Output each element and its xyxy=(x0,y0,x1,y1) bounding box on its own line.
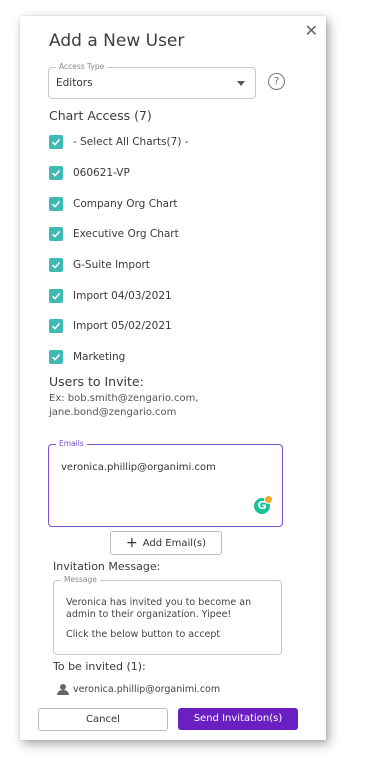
chart-checkbox-label: G-Suite Import xyxy=(73,259,150,271)
message-legend: Message xyxy=(61,575,100,585)
invitation-message-heading: Invitation Message: xyxy=(53,560,161,573)
grammarly-icon[interactable]: G xyxy=(254,495,273,514)
chart-checkbox-row[interactable]: G-Suite Import xyxy=(49,257,150,273)
checkbox-checked-icon[interactable] xyxy=(49,197,63,211)
chart-checkbox-row[interactable]: Import 05/02/2021 xyxy=(49,318,172,334)
checkbox-checked-icon[interactable] xyxy=(49,289,63,303)
checkbox-checked-icon[interactable] xyxy=(49,258,63,272)
checkbox-checked-icon[interactable] xyxy=(49,350,63,364)
chart-checkbox-row[interactable]: 060621-VP xyxy=(49,165,130,181)
email-example-hint: Ex: bob.smith@zengario.com, jane.bond@ze… xyxy=(49,392,249,420)
chart-checkbox-label: 060621-VP xyxy=(73,167,130,179)
dropdown-caret-icon xyxy=(237,81,245,86)
dialog-title: Add a New User xyxy=(49,31,185,51)
message-line-2: Click the below button to accept xyxy=(66,629,221,640)
chart-checkbox-label: Marketing xyxy=(73,351,126,363)
message-line-1: Veronica has invited you to become an ad… xyxy=(66,597,252,620)
chart-checkbox-label: Executive Org Chart xyxy=(73,228,179,240)
access-type-value: Editors xyxy=(56,77,93,89)
emails-value: veronica.phillip@organimi.com xyxy=(61,462,216,473)
checkbox-checked-icon[interactable] xyxy=(49,227,63,241)
send-invitations-button[interactable]: Send Invitation(s) xyxy=(178,708,298,730)
invitee-row: veronica.phillip@organimi.com xyxy=(57,684,220,695)
chart-checkbox-row[interactable]: Marketing xyxy=(49,349,125,365)
message-text: Veronica has invited you to become an ad… xyxy=(66,597,266,649)
checkbox-checked-icon[interactable] xyxy=(49,319,63,333)
chart-checkbox-row[interactable]: Executive Org Chart xyxy=(49,226,179,242)
add-user-dialog: Add a New User ✕ Access Type Editors ? C… xyxy=(20,16,326,740)
emails-legend: Emails xyxy=(56,439,87,449)
emails-textarea[interactable]: Emails veronica.phillip@organimi.com G xyxy=(48,439,283,527)
hint-line-2: jane.bond@zengario.com xyxy=(49,407,177,418)
add-email-button[interactable]: + Add Email(s) xyxy=(110,531,222,555)
chart-access-heading: Chart Access (7) xyxy=(49,108,152,123)
chart-checkbox-label: Company Org Chart xyxy=(73,198,178,210)
close-icon[interactable]: ✕ xyxy=(305,21,318,40)
chart-checkbox-label: - Select All Charts(7) - xyxy=(73,136,189,148)
to-be-invited-heading: To be invited (1): xyxy=(53,660,146,673)
chart-checkbox-label: Import 05/02/2021 xyxy=(73,320,172,332)
person-icon xyxy=(57,684,69,695)
chart-checkbox-row[interactable]: - Select All Charts(7) - xyxy=(49,134,189,150)
checkbox-checked-icon[interactable] xyxy=(49,135,63,149)
access-type-legend: Access Type xyxy=(56,62,108,72)
plus-icon: + xyxy=(125,535,138,551)
chart-checkbox-row[interactable]: Import 04/03/2021 xyxy=(49,288,172,304)
users-to-invite-heading: Users to Invite: xyxy=(49,374,144,389)
invitee-email: veronica.phillip@organimi.com xyxy=(73,684,221,695)
message-textarea[interactable]: Message Veronica has invited you to beco… xyxy=(53,575,282,655)
help-icon[interactable]: ? xyxy=(268,73,285,90)
add-email-label: Add Email(s) xyxy=(142,537,207,549)
chart-checkbox-row[interactable]: Company Org Chart xyxy=(49,196,178,212)
checkbox-checked-icon[interactable] xyxy=(49,166,63,180)
cancel-button[interactable]: Cancel xyxy=(38,708,168,731)
hint-line-1: Ex: bob.smith@zengario.com, xyxy=(49,393,199,404)
grammarly-badge xyxy=(264,495,273,504)
access-type-select[interactable]: Access Type Editors xyxy=(48,62,256,99)
chart-checkbox-label: Import 04/03/2021 xyxy=(73,290,172,302)
